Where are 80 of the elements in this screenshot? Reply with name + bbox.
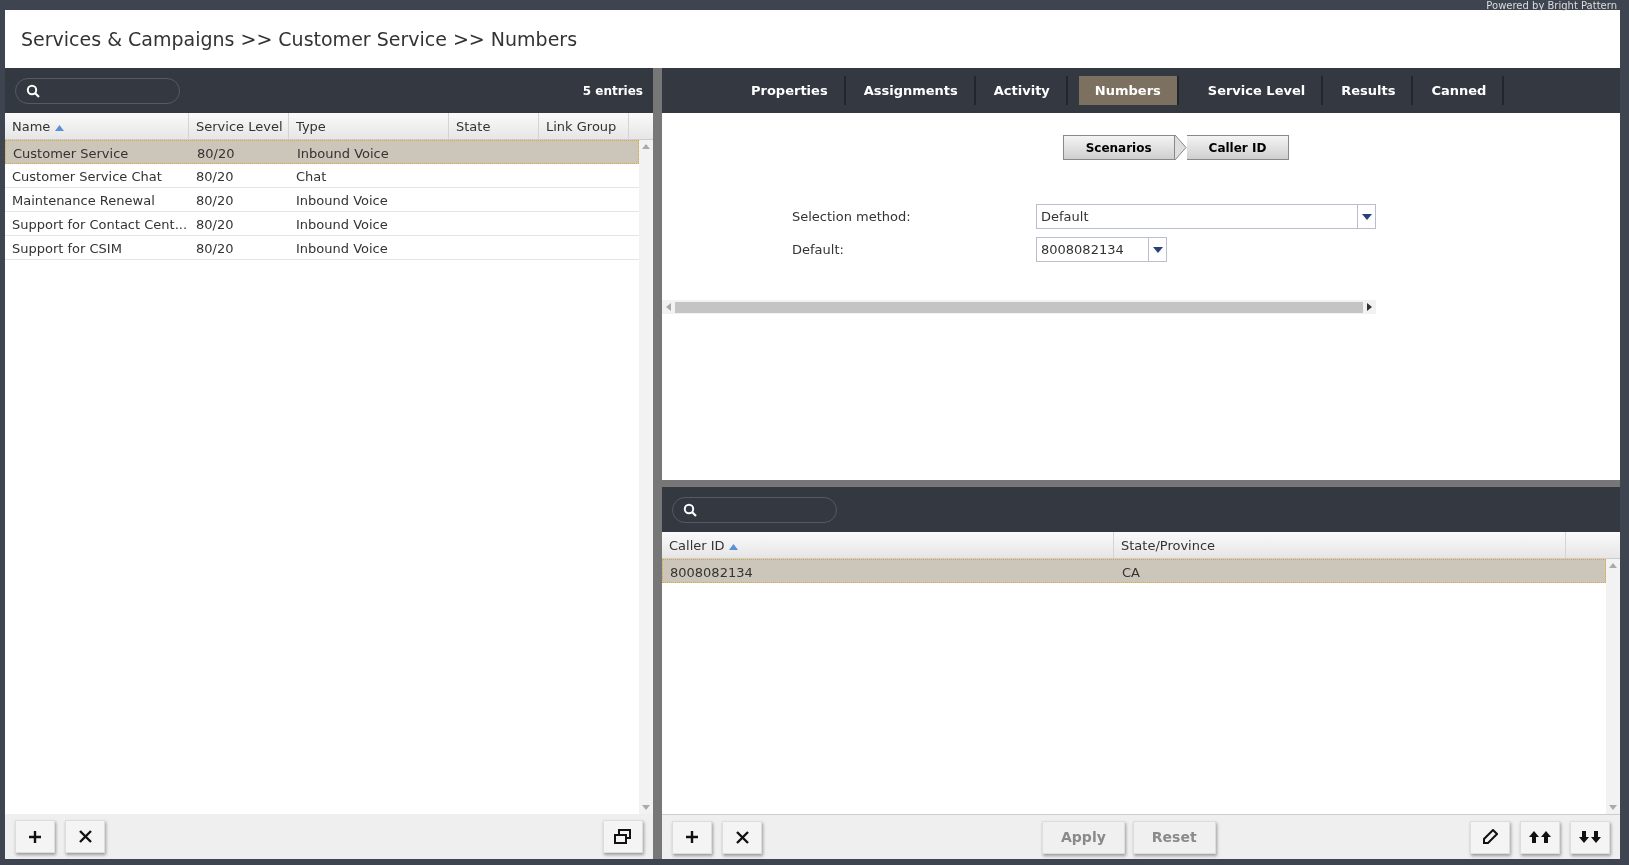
- close-icon: [735, 830, 749, 844]
- tab[interactable]: Canned: [1415, 75, 1505, 106]
- scroll-right-arrow-icon: [1367, 303, 1372, 311]
- sort-ascending-icon: [728, 543, 738, 550]
- tab[interactable]: Numbers: [1078, 75, 1179, 106]
- table-cell-text: Inbound Voice: [295, 240, 389, 258]
- table-row[interactable]: Customer Service 80/20 Inbound Voice: [5, 140, 639, 164]
- table-cell-text: 80/20: [195, 240, 235, 258]
- wizard-step[interactable]: Caller ID: [1186, 135, 1290, 160]
- table-row[interactable]: Support for Contact Cent... 80/20 Inbound Voice: [5, 212, 639, 236]
- table-cell-text: 80/20: [196, 145, 236, 163]
- entries-count: 5 entries: [582, 82, 643, 100]
- search-icon: [683, 502, 697, 517]
- field-label: Default:: [792, 240, 845, 259]
- delete-button[interactable]: [65, 820, 105, 853]
- column-header[interactable]: Caller ID: [669, 538, 738, 553]
- scroll-down-arrow-icon: [1609, 805, 1617, 810]
- dropdown-field[interactable]: Default: [1036, 204, 1376, 229]
- sort-ascending-icon: [54, 124, 64, 131]
- table-cell-text: Support for CSIM: [11, 240, 123, 258]
- field-label: Selection method:: [792, 207, 912, 226]
- vertical-scrollbar[interactable]: [1606, 559, 1620, 814]
- table-row[interactable]: Support for CSIM 80/20 Inbound Voice: [5, 236, 639, 260]
- table-row[interactable]: 8008082134 CA: [662, 559, 1606, 583]
- table-cell-text: Customer Service Chat: [11, 168, 163, 186]
- column-header[interactable]: Service Level: [196, 119, 283, 134]
- column-header[interactable]: State/Province: [1121, 538, 1216, 553]
- double-up-arrow-icon: [1529, 830, 1551, 844]
- tab[interactable]: Service Level: [1191, 75, 1324, 106]
- table-cell-text: Chat: [295, 168, 328, 186]
- tab[interactable]: Activity: [977, 75, 1068, 106]
- restore-window-button[interactable]: [603, 820, 643, 853]
- tab[interactable]: Properties: [735, 75, 846, 106]
- tab[interactable]: Results: [1325, 75, 1414, 106]
- edit-button[interactable]: [1470, 820, 1510, 854]
- move-up-button[interactable]: [1520, 820, 1560, 854]
- plus-icon: [28, 829, 42, 844]
- restore-window-icon: [614, 828, 632, 845]
- chevron-divider-icon: [1174, 135, 1187, 160]
- table-cell-text: 80/20: [195, 192, 235, 210]
- move-down-button[interactable]: [1570, 820, 1610, 854]
- scroll-up-arrow-icon: [642, 144, 650, 149]
- table-cell-text: Inbound Voice: [296, 145, 390, 163]
- close-icon: [78, 830, 92, 843]
- table-cell-text: CA: [1121, 564, 1141, 582]
- table-cell-text: Inbound Voice: [295, 192, 389, 210]
- table-cell-text: Maintenance Renewal: [11, 192, 156, 210]
- dropdown-field[interactable]: 8008082134: [1036, 237, 1167, 262]
- caret-icon: [1152, 246, 1163, 253]
- table-cell-text: Customer Service: [12, 145, 130, 163]
- search-icon: [26, 83, 40, 98]
- wizard-step[interactable]: Scenarios: [1062, 135, 1175, 160]
- table-cell-text: Support for Contact Cent...: [11, 216, 189, 234]
- table-row[interactable]: Maintenance Renewal 80/20 Inbound Voice: [5, 188, 639, 212]
- table-cell-text: 80/20: [195, 168, 235, 186]
- scroll-up-arrow-icon: [1609, 563, 1617, 568]
- column-header[interactable]: Type: [296, 119, 326, 134]
- column-header[interactable]: State: [456, 119, 491, 134]
- scroll-down-arrow-icon: [642, 805, 650, 810]
- table-cell-text: 80/20: [195, 216, 235, 234]
- breadcrumb-title: Services & Campaigns >> Customer Service >> Numbers: [21, 26, 578, 52]
- caret-icon: [1361, 213, 1372, 220]
- search-field[interactable]: [672, 496, 837, 523]
- search-field[interactable]: [15, 77, 180, 104]
- horizontal-scrollbar[interactable]: [662, 300, 1376, 314]
- table-cell-text: 8008082134: [669, 564, 754, 582]
- delete-button[interactable]: [722, 820, 762, 854]
- add-button[interactable]: [672, 820, 712, 854]
- plus-icon: [685, 830, 699, 844]
- column-header[interactable]: Link Group: [546, 119, 617, 134]
- double-down-arrow-icon: [1579, 830, 1601, 844]
- tab[interactable]: Assignments: [847, 75, 976, 106]
- scroll-left-arrow-icon: [666, 303, 671, 311]
- table-row[interactable]: Customer Service Chat 80/20 Chat: [5, 164, 639, 188]
- vertical-scrollbar[interactable]: [639, 140, 653, 814]
- column-header[interactable]: Name: [12, 119, 64, 134]
- pencil-icon: [1482, 829, 1498, 845]
- add-button[interactable]: [15, 820, 55, 853]
- powered-by-text: Powered by Bright Pattern: [1486, 0, 1617, 12]
- table-cell-text: Inbound Voice: [295, 216, 389, 234]
